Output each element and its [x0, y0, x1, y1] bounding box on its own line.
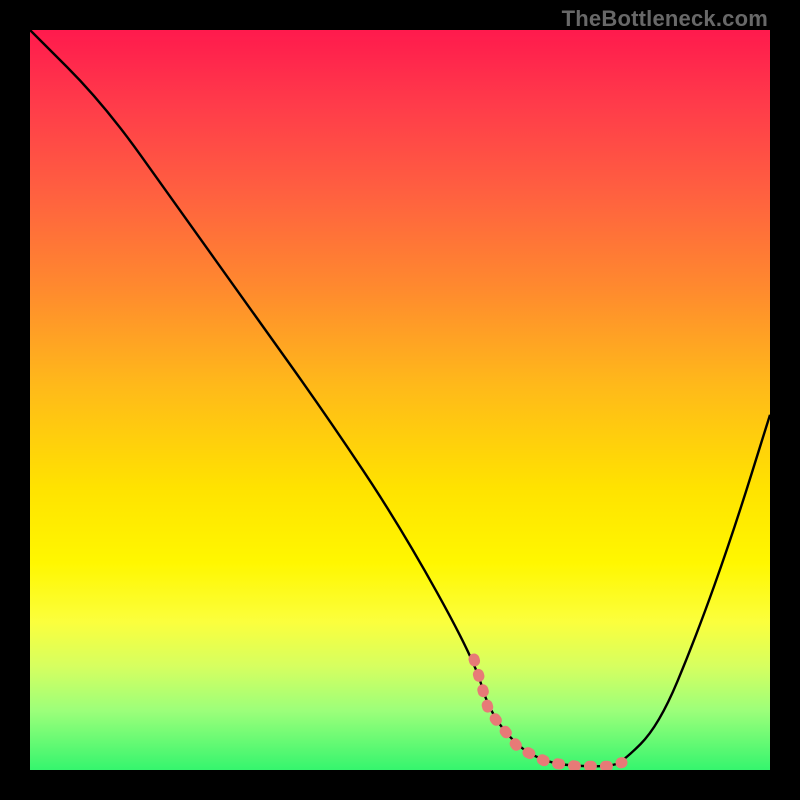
chart-plot-area: [30, 30, 770, 770]
bottleneck-curve-svg: [30, 30, 770, 770]
bottleneck-curve-path: [30, 30, 770, 766]
chart-frame: TheBottleneck.com: [0, 0, 800, 800]
bottleneck-curve-highlight: [474, 659, 622, 766]
watermark-text: TheBottleneck.com: [562, 6, 768, 32]
